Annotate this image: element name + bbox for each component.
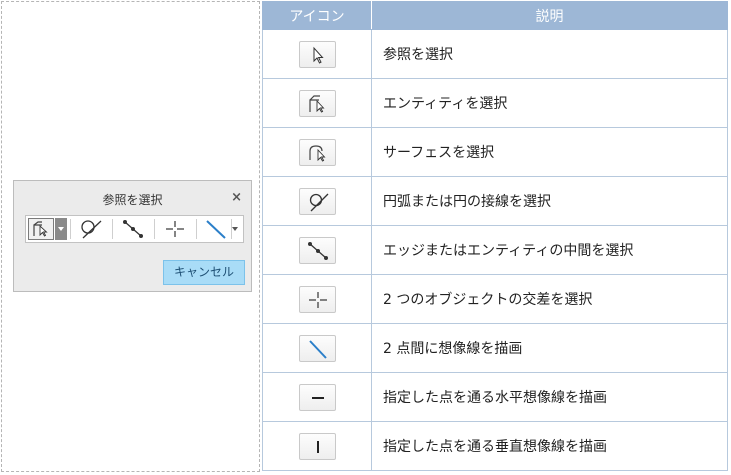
imaginary-line-icon	[206, 220, 226, 239]
row-description: 2 つのオブジェクトの交差を選択	[371, 274, 728, 324]
cancel-button[interactable]: キャンセル	[163, 260, 245, 285]
intersection-icon	[308, 291, 327, 308]
row-description: 参照を選択	[371, 29, 728, 79]
toolbar-divider	[112, 219, 113, 239]
select-entity-icon	[308, 94, 325, 113]
select-entity-button[interactable]	[28, 218, 54, 240]
icon-reference-table: アイコン 説明 参照を選択 エンティティを選択 サーフェスを選択 円弧または円の…	[262, 1, 728, 471]
select-entity-button	[298, 89, 336, 117]
header-description: 説明	[371, 1, 728, 30]
row-description: 指定した点を通る水平想像線を描画	[371, 372, 728, 422]
vertical-line-button	[298, 432, 336, 460]
select-reference-dialog: 参照を選択 × キャンセル	[13, 180, 252, 292]
table-row: 2 つのオブジェクトの交差を選択	[262, 274, 728, 324]
table-row: エンティティを選択	[262, 78, 728, 128]
row-description: エンティティを選択	[371, 78, 728, 128]
table-row: 指定した点を通る垂直想像線を描画	[262, 421, 728, 471]
table-row: 参照を選択	[262, 29, 728, 79]
dialog-title: 参照を選択	[102, 193, 163, 207]
row-description: エッジまたはエンティティの中間を選択	[371, 225, 728, 275]
arc-tangent-button[interactable]	[76, 218, 108, 240]
table-row: 円弧または円の接線を選択	[262, 176, 728, 226]
edge-midpoint-button	[298, 236, 336, 264]
toolbar-divider	[154, 219, 155, 239]
arc-tangent-icon	[81, 220, 102, 239]
intersection-button	[298, 285, 336, 313]
toolbar-divider	[70, 219, 71, 239]
edge-midpoint-icon	[307, 241, 328, 260]
arrow-cursor-button	[298, 40, 336, 68]
row-description: 円弧または円の接線を選択	[371, 176, 728, 226]
imaginary-line-button[interactable]	[201, 218, 231, 240]
vertical-line-icon	[316, 440, 319, 453]
imaginary-line-button	[298, 334, 336, 362]
table-row: 指定した点を通る水平想像線を描画	[262, 372, 728, 422]
table-row: サーフェスを選択	[262, 127, 728, 177]
close-icon[interactable]: ×	[231, 190, 242, 205]
select-surface-icon	[308, 144, 326, 162]
edge-midpoint-button[interactable]	[118, 218, 150, 240]
header-icon: アイコン	[262, 1, 372, 30]
reference-toolbar	[25, 215, 244, 243]
toolbar-divider	[196, 219, 197, 239]
select-entity-icon	[33, 221, 48, 237]
intersection-icon	[166, 221, 184, 237]
row-description: 2 点間に想像線を描画	[371, 323, 728, 373]
select-dropdown-toggle[interactable]	[55, 218, 67, 240]
horizontal-line-button	[298, 383, 336, 411]
line-dropdown-toggle[interactable]	[229, 218, 241, 240]
select-surface-button	[298, 138, 336, 166]
row-description: 指定した点を通る垂直想像線を描画	[371, 421, 728, 471]
imaginary-line-icon	[308, 339, 327, 359]
intersection-button[interactable]	[160, 218, 192, 240]
table-header-row: アイコン 説明	[262, 1, 728, 30]
table-row: 2 点間に想像線を描画	[262, 323, 728, 373]
edge-midpoint-icon	[123, 220, 143, 238]
arc-tangent-icon	[309, 193, 328, 211]
row-description: サーフェスを選択	[371, 127, 728, 177]
arc-tangent-button	[298, 187, 336, 215]
horizontal-line-icon	[311, 396, 324, 399]
table-row: エッジまたはエンティティの中間を選択	[262, 225, 728, 275]
arrow-cursor-icon	[313, 46, 324, 64]
